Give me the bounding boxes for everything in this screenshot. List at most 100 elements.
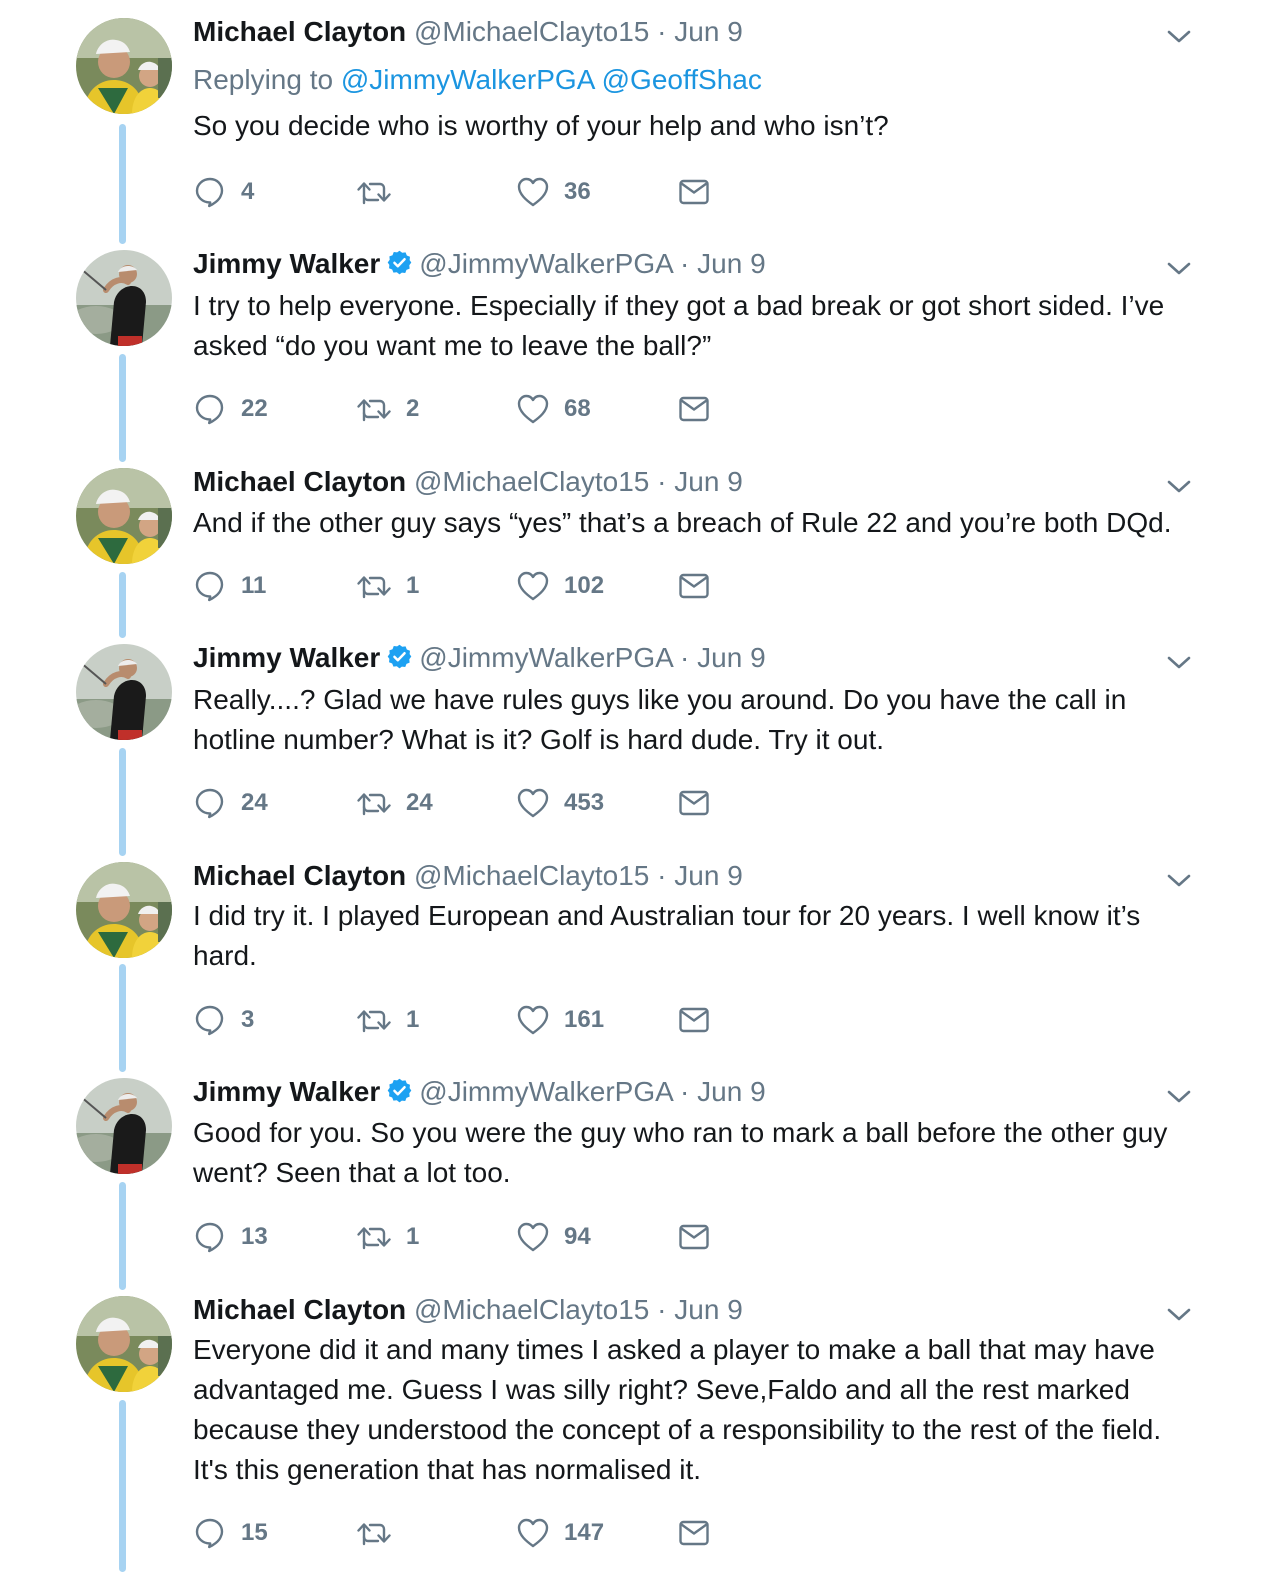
retweet-count: 1	[406, 1006, 420, 1033]
separator-dot: ·	[657, 466, 667, 497]
retweet-button[interactable]	[356, 1513, 406, 1553]
retweet-count: 1	[406, 572, 420, 599]
chevron-down-icon[interactable]	[1165, 254, 1193, 282]
author-handle[interactable]: @MichaelClayto15	[414, 860, 649, 891]
avatar[interactable]	[76, 1078, 172, 1174]
tweet-text: I try to help everyone. Especially if th…	[193, 290, 1165, 361]
author-name[interactable]: Michael Clayton	[193, 860, 406, 891]
retweet-button[interactable]: 1	[356, 1000, 419, 1040]
reply-count: 11	[241, 572, 267, 599]
avatar[interactable]	[76, 862, 172, 958]
author-name[interactable]: Michael Clayton	[193, 466, 406, 497]
envelope-icon	[678, 393, 710, 425]
envelope-icon	[678, 176, 710, 208]
retweet-icon	[356, 786, 392, 820]
heart-icon	[516, 175, 550, 209]
like-button[interactable]: 36	[516, 172, 591, 212]
chevron-down-icon[interactable]	[1165, 1082, 1193, 1110]
retweet-button[interactable]: 1	[356, 1217, 419, 1257]
chevron-down-icon[interactable]	[1165, 22, 1193, 50]
separator-dot: ·	[680, 248, 690, 279]
retweet-icon	[356, 1516, 392, 1550]
like-count: 161	[564, 1006, 605, 1033]
like-count: 36	[564, 178, 591, 205]
direct-message-button[interactable]	[678, 389, 710, 429]
separator-dot: ·	[657, 16, 667, 47]
reply-icon	[193, 1003, 227, 1037]
tweet-date[interactable]: Jun 9	[697, 248, 766, 279]
retweet-button[interactable]: 1	[356, 566, 419, 606]
tweet-header: Jimmy Walker @JimmyWalkerPGA · Jun 9	[193, 246, 766, 285]
avatar[interactable]	[76, 18, 172, 114]
heart-icon	[516, 1516, 550, 1550]
tweet-date[interactable]: Jun 9	[674, 466, 743, 497]
avatar[interactable]	[76, 250, 172, 346]
direct-message-button[interactable]	[678, 566, 710, 606]
like-button[interactable]: 102	[516, 566, 604, 606]
avatar[interactable]	[76, 468, 172, 564]
chevron-down-icon[interactable]	[1165, 472, 1193, 500]
mention-link[interactable]: @GeoffShac	[602, 64, 762, 95]
envelope-icon	[678, 787, 710, 819]
like-button[interactable]: 94	[516, 1217, 591, 1257]
reply-button[interactable]: 11	[193, 566, 266, 606]
direct-message-button[interactable]	[678, 1000, 710, 1040]
author-name[interactable]: Michael Clayton	[193, 1294, 406, 1325]
tweet-date[interactable]: Jun 9	[674, 860, 743, 891]
reply-button[interactable]: 15	[193, 1513, 268, 1553]
author-handle[interactable]: @JimmyWalkerPGA	[419, 642, 672, 673]
mention-link[interactable]: @JimmyWalkerPGA	[341, 64, 594, 95]
retweet-icon	[356, 1003, 392, 1037]
author-name[interactable]: Jimmy Walker	[193, 1076, 380, 1107]
retweet-button[interactable]: 2	[356, 389, 419, 429]
author-handle[interactable]: @JimmyWalkerPGA	[419, 248, 672, 279]
retweet-button[interactable]: 24	[356, 783, 433, 823]
author-handle[interactable]: @MichaelClayto15	[414, 1294, 649, 1325]
tweet-text: And if the other guy says “yes” that’s a…	[193, 507, 1172, 538]
direct-message-button[interactable]	[678, 783, 710, 823]
tweet-date[interactable]: Jun 9	[674, 1294, 743, 1325]
author-handle[interactable]: @MichaelClayto15	[414, 466, 649, 497]
like-button[interactable]: 147	[516, 1513, 604, 1553]
thread-connector-line	[119, 1182, 126, 1290]
replying-to: Replying to @JimmyWalkerPGA @GeoffShac	[193, 62, 762, 98]
chevron-down-icon[interactable]	[1165, 1300, 1193, 1328]
envelope-icon	[678, 1517, 710, 1549]
author-name[interactable]: Michael Clayton	[193, 16, 406, 47]
like-button[interactable]: 161	[516, 1000, 604, 1040]
reply-icon	[193, 175, 227, 209]
chevron-down-icon[interactable]	[1165, 648, 1193, 676]
author-name[interactable]: Jimmy Walker	[193, 642, 380, 673]
like-count: 94	[564, 1223, 591, 1250]
chevron-down-icon[interactable]	[1165, 866, 1193, 894]
author-handle[interactable]: @MichaelClayto15	[414, 16, 649, 47]
heart-icon	[516, 392, 550, 426]
retweet-button[interactable]	[356, 172, 406, 212]
avatar[interactable]	[76, 644, 172, 740]
separator-dot: ·	[680, 1076, 690, 1107]
author-name[interactable]: Jimmy Walker	[193, 248, 380, 279]
reply-button[interactable]: 4	[193, 172, 254, 212]
like-button[interactable]: 453	[516, 783, 604, 823]
reply-count: 3	[241, 1006, 255, 1033]
reply-button[interactable]: 3	[193, 1000, 254, 1040]
thread-connector-line	[119, 124, 126, 244]
envelope-icon	[678, 570, 710, 602]
tweet-date[interactable]: Jun 9	[674, 16, 743, 47]
direct-message-button[interactable]	[678, 1513, 710, 1553]
direct-message-button[interactable]	[678, 172, 710, 212]
reply-button[interactable]: 22	[193, 389, 268, 429]
tweet-date[interactable]: Jun 9	[697, 1076, 766, 1107]
tweet-date[interactable]: Jun 9	[697, 642, 766, 673]
author-handle[interactable]: @JimmyWalkerPGA	[419, 1076, 672, 1107]
reply-button[interactable]: 24	[193, 783, 268, 823]
reply-button[interactable]: 13	[193, 1217, 268, 1257]
direct-message-button[interactable]	[678, 1217, 710, 1257]
avatar[interactable]	[76, 1296, 172, 1392]
like-count: 453	[564, 789, 605, 816]
separator-dot: ·	[657, 860, 667, 891]
like-button[interactable]: 68	[516, 389, 591, 429]
reply-icon	[193, 1516, 227, 1550]
retweet-icon	[356, 1220, 392, 1254]
envelope-icon	[678, 1004, 710, 1036]
